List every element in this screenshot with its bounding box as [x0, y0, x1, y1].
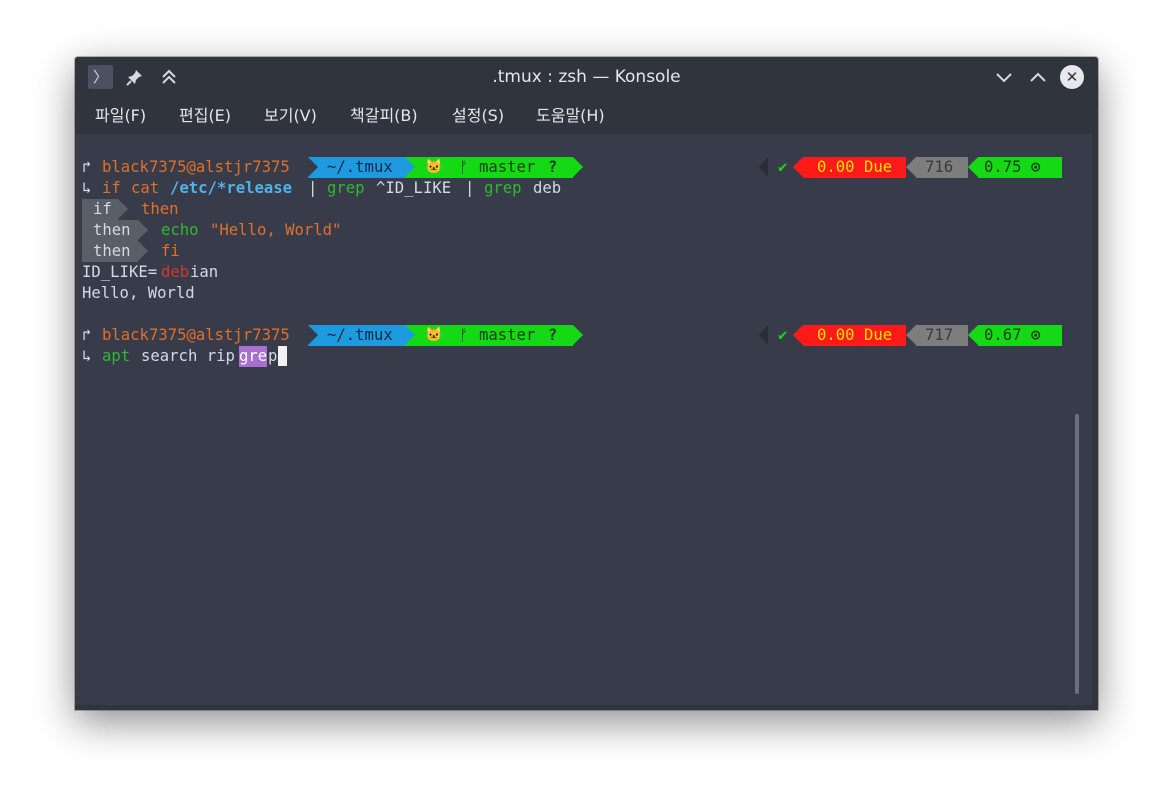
load-circle-icon: ⊙ [1031, 158, 1041, 176]
continuation-badge: then [93, 221, 131, 239]
cmd-grep: grep [327, 179, 365, 197]
cmd-args-rest: p [268, 347, 278, 365]
git-branch: master [479, 326, 536, 344]
load-segment-arrow [968, 325, 978, 345]
text-cursor [278, 346, 287, 366]
window-title: .tmux : zsh — Konsole [492, 67, 681, 87]
prompt-load: 0.67 [984, 326, 1022, 344]
prompt-due: 0.00 Due [817, 158, 893, 176]
menu-bookmarks[interactable]: 책갈피(B) [350, 97, 418, 134]
terminal-area[interactable]: ↱ black7375@alstjr7375 ~/.tmux 🐱 ᚠ maste… [75, 134, 1092, 705]
output-suffix: ian [190, 263, 219, 281]
keyword-if: if [102, 179, 121, 197]
git-segment-end-arrow [573, 325, 583, 345]
continuation-line: then fi [75, 241, 1092, 262]
continuation-badge: if [93, 200, 112, 218]
grep-pattern: ^ID_LIKE [376, 179, 452, 197]
command-arrow: ↳ [82, 347, 92, 365]
menu-edit[interactable]: 편집(E) [179, 97, 231, 134]
prompt-count: 717 [925, 326, 954, 344]
git-branch-icon: ᚠ [459, 158, 469, 176]
terminal-app-icon[interactable]: 〉 [88, 65, 113, 89]
close-icon[interactable]: ✕ [1060, 65, 1084, 89]
prompt-dir: ~/.tmux [327, 158, 393, 176]
command-arrow: ↳ [82, 179, 92, 197]
menu-view[interactable]: 보기(V) [264, 97, 317, 134]
git-segment-end-arrow [573, 157, 583, 177]
output-prefix: ID_LIKE= [82, 263, 158, 281]
load-circle-icon: ⊙ [1031, 326, 1041, 344]
check-icon: ✔ [778, 326, 788, 344]
git-octocat-icon: 🐱 [425, 327, 443, 343]
continuation-line: then echo "Hello, World" [75, 220, 1092, 241]
count-segment-arrow [906, 157, 916, 177]
prompt-arrow: ↱ [82, 326, 92, 344]
pipe: | [465, 179, 475, 197]
menu-file[interactable]: 파일(F) [95, 97, 146, 134]
cmd-apt: apt [102, 347, 131, 365]
maximize-icon[interactable] [1026, 65, 1050, 89]
git-branch: master [479, 158, 536, 176]
command-line: ↳ if cat /etc/*release | grep ^ID_LIKE |… [75, 178, 1092, 199]
keep-above-icon[interactable] [157, 65, 181, 89]
cmd-cat: cat [131, 179, 160, 197]
menu-help[interactable]: 도움말(H) [536, 97, 605, 134]
cmd-grep: grep [484, 179, 522, 197]
menu-bar: 파일(F) 편집(E) 보기(V) 책갈피(B) 설정(S) 도움말(H) [75, 97, 1098, 134]
count-segment-arrow [906, 325, 916, 345]
git-status: ? [548, 158, 558, 176]
window-bottom-edge [75, 705, 1098, 710]
output-line: ID_LIKE= deb ian [75, 262, 1092, 283]
pipe: | [308, 179, 318, 197]
menu-settings[interactable]: 설정(S) [452, 97, 504, 134]
due-segment-arrow [793, 325, 803, 345]
due-segment-arrow [793, 157, 803, 177]
output-match: deb [161, 263, 190, 281]
status-left-arrow [759, 325, 768, 345]
title-bar[interactable]: .tmux : zsh — Konsole 〉 ✕ [75, 57, 1098, 97]
output-hello: Hello, World [82, 284, 195, 302]
status-left-arrow [759, 157, 768, 177]
continuation-badge: then [93, 242, 131, 260]
command-line[interactable]: ↳ apt search rip gre p [75, 346, 1092, 367]
keyword-fi: fi [161, 242, 180, 260]
continuation-badge-arrow [138, 220, 148, 240]
cmd-echo: echo [161, 221, 199, 239]
echo-string: "Hello, World" [210, 221, 342, 239]
prompt-due: 0.00 Due [817, 326, 893, 344]
continuation-badge-arrow [118, 199, 128, 219]
load-segment-arrow [968, 157, 978, 177]
git-status: ? [548, 326, 558, 344]
prompt-dir: ~/.tmux [327, 326, 393, 344]
grep-arg: deb [533, 179, 562, 197]
dir-segment-left-arrow [308, 157, 318, 177]
cmd-path: /etc/*release [170, 179, 293, 197]
continuation-line: if then [75, 199, 1092, 220]
prompt-load: 0.75 [984, 158, 1022, 176]
minimize-icon[interactable] [992, 65, 1016, 89]
prompt-user-host: black7375@alstjr7375 [102, 326, 290, 344]
prompt-line: ↱ black7375@alstjr7375 ~/.tmux 🐱 ᚠ maste… [75, 157, 1092, 178]
git-branch-icon: ᚠ [459, 326, 469, 344]
prompt-arrow: ↱ [82, 158, 92, 176]
continuation-badge-arrow [138, 241, 148, 261]
prompt-line: ↱ black7375@alstjr7375 ~/.tmux 🐱 ᚠ maste… [75, 325, 1092, 346]
keyword-then: then [141, 200, 179, 218]
window-right-edge [1092, 134, 1098, 705]
check-icon: ✔ [778, 158, 788, 176]
cmd-args: search rip [141, 347, 235, 365]
dir-segment-left-arrow [308, 325, 318, 345]
scrollbar[interactable] [1075, 414, 1079, 694]
autosuggest-highlight: gre [239, 346, 268, 367]
prompt-count: 716 [925, 158, 954, 176]
prompt-user-host: black7375@alstjr7375 [102, 158, 290, 176]
konsole-window: .tmux : zsh — Konsole 〉 ✕ 파일(F) 편집(E) 보기… [75, 57, 1098, 710]
git-segment-left-arrow [405, 325, 415, 345]
pin-icon[interactable] [123, 65, 147, 89]
git-segment-left-arrow [405, 157, 415, 177]
git-octocat-icon: 🐱 [425, 159, 443, 175]
